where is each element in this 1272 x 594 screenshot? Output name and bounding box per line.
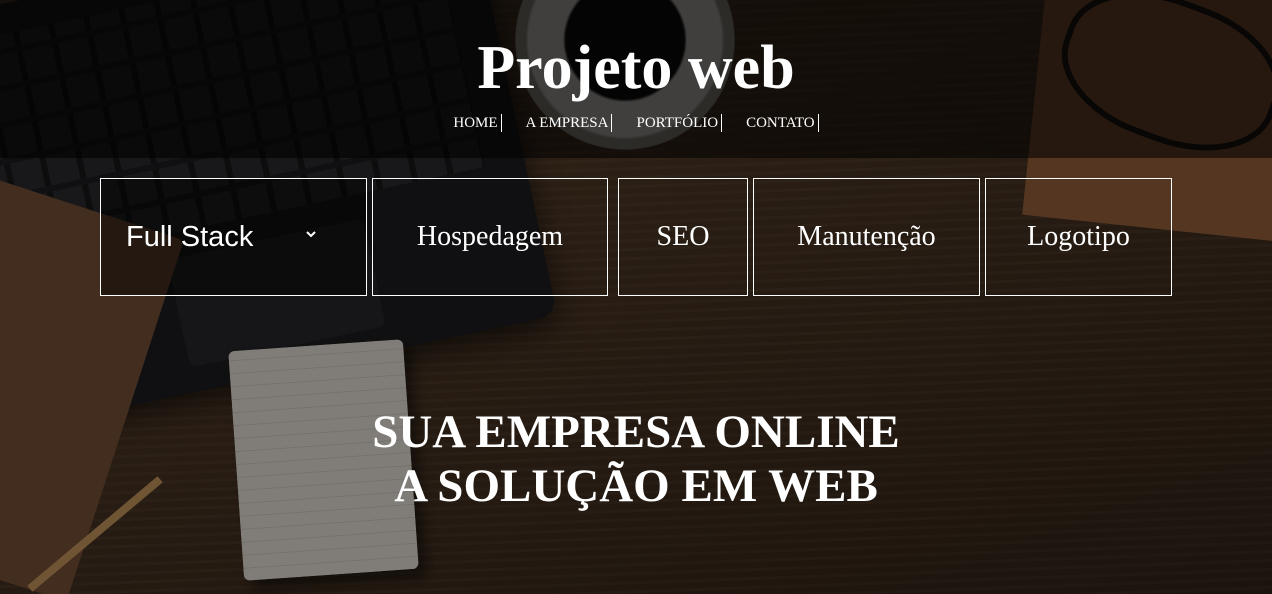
services-row: Full Stack Hospedagem SEO Manutenção Log… [0, 178, 1272, 298]
service-select-value: Full Stack [126, 220, 254, 253]
service-logotipo[interactable]: Logotipo [985, 178, 1172, 296]
site-title: Projeto web [477, 34, 795, 102]
main-nav: HOME A EMPRESA PORTFÓLIO CONTATO [0, 112, 1272, 134]
hero-line-1: SUA EMPRESA ONLINE [372, 406, 900, 458]
service-hospedagem[interactable]: Hospedagem [372, 178, 608, 296]
nav-contato[interactable]: CONTATO [746, 114, 819, 132]
service-label: Logotipo [1027, 221, 1130, 252]
service-label: Manutenção [797, 221, 936, 252]
hero-line-2: A SOLUÇÃO EM WEB [394, 460, 878, 512]
service-manutencao[interactable]: Manutenção [753, 178, 980, 296]
nav-portfolio[interactable]: PORTFÓLIO [636, 114, 723, 132]
hero-heading: SUA EMPRESA ONLINE A SOLUÇÃO EM WEB [0, 405, 1272, 513]
service-seo[interactable]: SEO [618, 178, 748, 296]
service-select-full-stack[interactable]: Full Stack [100, 178, 367, 296]
site-header: Projeto web HOME A EMPRESA PORTFÓLIO CONTAT… [0, 0, 1272, 158]
nav-a-empresa[interactable]: A EMPRESA [526, 114, 613, 132]
nav-home[interactable]: HOME [453, 114, 502, 132]
chevron-down-icon [306, 231, 316, 238]
service-label: SEO [656, 221, 710, 252]
service-label: Hospedagem [416, 221, 564, 252]
